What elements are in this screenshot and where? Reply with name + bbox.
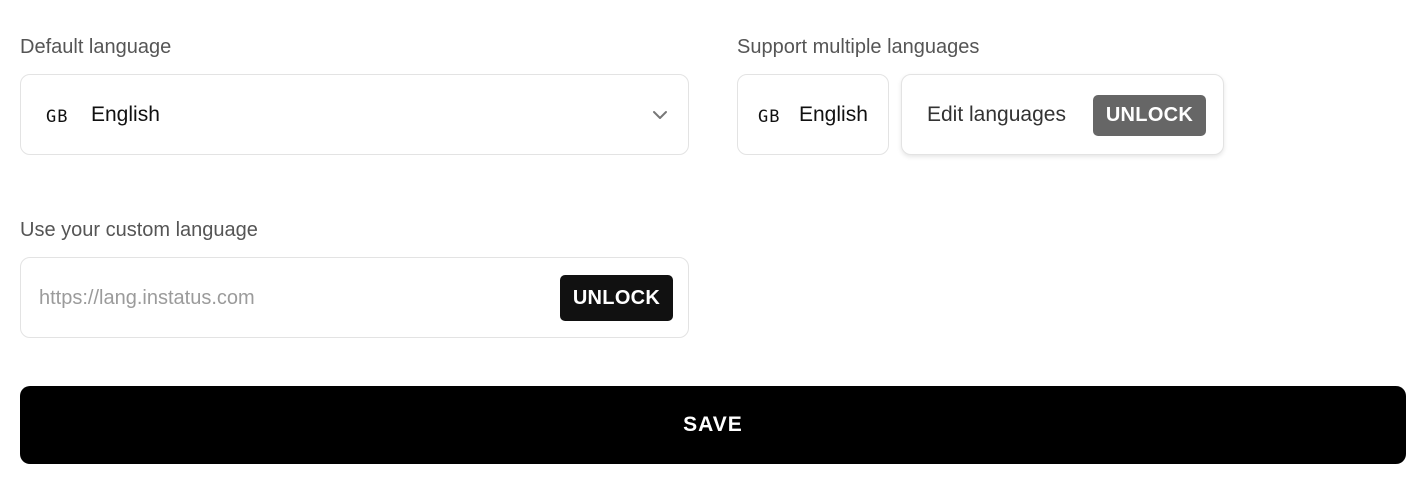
edit-languages-label: Edit languages	[927, 103, 1066, 126]
language-settings-page: Default language GB English Support mult…	[0, 0, 1423, 485]
custom-language-input[interactable]	[39, 286, 539, 310]
default-language-value: English	[91, 103, 160, 126]
edit-languages-unlock-button[interactable]: UNLOCK	[1093, 95, 1206, 136]
gb-flag-icon: GB	[46, 107, 69, 127]
save-button[interactable]: SAVE	[20, 386, 1406, 464]
gb-flag-icon: GB	[758, 107, 781, 127]
custom-language-label: Use your custom language	[20, 219, 258, 241]
default-language-label: Default language	[20, 36, 172, 58]
edit-languages-button[interactable]: Edit languages UNLOCK	[901, 74, 1224, 155]
multiple-languages-chip: GB English	[737, 74, 889, 155]
default-language-select[interactable]: GB English	[20, 74, 689, 155]
custom-language-unlock-button[interactable]: UNLOCK	[560, 275, 673, 321]
multiple-languages-value: English	[799, 103, 868, 126]
custom-language-field: UNLOCK	[20, 257, 689, 338]
chevron-down-icon	[653, 111, 667, 119]
multiple-languages-label: Support multiple languages	[737, 36, 980, 58]
